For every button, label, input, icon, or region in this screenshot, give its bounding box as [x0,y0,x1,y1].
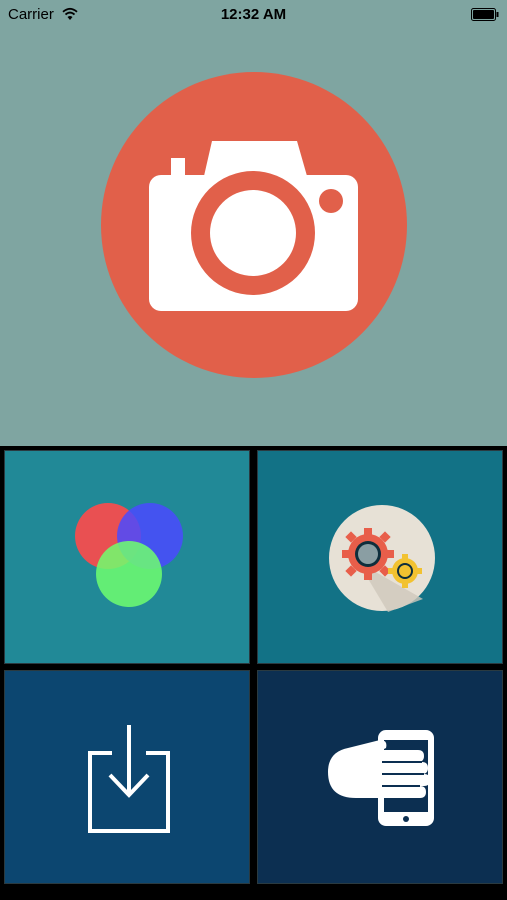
phone-hand-tile[interactable] [257,670,503,884]
rgb-circles-icon [75,503,183,607]
settings-tile[interactable] [257,450,503,664]
download-tile[interactable] [4,670,250,884]
color-mix-tile[interactable] [4,450,250,664]
hand-phone-icon [328,730,434,826]
battery-icon [471,8,499,21]
gears-icon [329,505,435,612]
status-time: 12:32 AM [220,6,287,23]
status-bar: Carrier 12:32 AM [0,0,507,30]
camera-icon [149,141,358,311]
hero-panel: Carrier 12:32 AM [0,0,507,446]
download-icon [88,725,170,833]
